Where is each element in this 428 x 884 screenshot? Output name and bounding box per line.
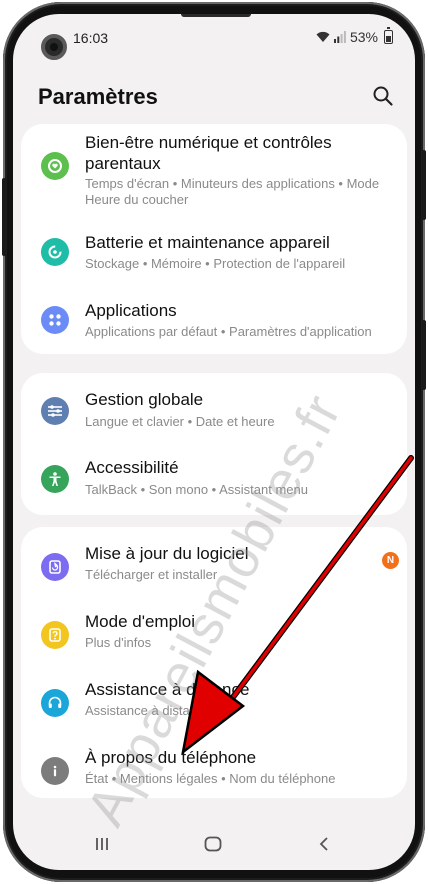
- settings-group-3: Mise à jour du logiciel Télécharger et i…: [21, 527, 407, 798]
- menu-item-subtitle: Langue et clavier • Date et heure: [85, 414, 275, 429]
- back-icon[interactable]: [309, 832, 339, 856]
- menu-item-general-management[interactable]: Gestion globale Langue et clavier • Date…: [21, 379, 407, 441]
- status-time: 16:03: [73, 30, 109, 46]
- recents-icon[interactable]: [87, 832, 117, 856]
- wifi-icon: [316, 31, 330, 43]
- menu-item-battery-care[interactable]: Batterie et maintenance appareil Stockag…: [21, 222, 407, 284]
- digital-wellbeing-icon: [41, 152, 69, 180]
- menu-item-subtitle: Stockage • Mémoire • Protection de l'app…: [85, 256, 346, 271]
- menu-item-digital-wellbeing[interactable]: Bien-être numérique et contrôles parenta…: [21, 124, 407, 212]
- status-icons: 53%: [316, 27, 393, 45]
- navigation-bar: [13, 822, 415, 866]
- menu-item-subtitle: TalkBack • Son mono • Assistant menu: [85, 482, 308, 497]
- menu-item-title: Assistance à distance: [85, 680, 250, 699]
- bixby-button: [422, 320, 426, 390]
- sliders-icon: [41, 397, 69, 425]
- headset-icon: [41, 689, 69, 717]
- software-update-icon: [41, 553, 69, 581]
- settings-group-2: Gestion globale Langue et clavier • Date…: [21, 373, 407, 515]
- menu-item-remote-support[interactable]: Assistance à distance Assistance à dista…: [21, 671, 407, 733]
- menu-item-subtitle: Plus d'infos: [85, 635, 152, 650]
- menu-item-title: Batterie et maintenance appareil: [85, 233, 330, 252]
- status-bar: 16:03 53%: [13, 14, 415, 54]
- menu-item-about-phone[interactable]: À propos du téléphone État • Mentions lé…: [21, 739, 407, 801]
- battery-icon: [384, 27, 393, 44]
- menu-item-accessibility[interactable]: Accessibilité TalkBack • Son mono • Assi…: [21, 447, 407, 509]
- home-icon[interactable]: [198, 832, 228, 856]
- screen: 16:03 53% Paramètres Bien-être numérique…: [13, 14, 415, 870]
- page-title: Paramètres: [38, 84, 158, 109]
- menu-item-title: À propos du téléphone: [85, 748, 257, 767]
- menu-item-applications[interactable]: Applications Applications par défaut • P…: [21, 290, 407, 352]
- menu-item-subtitle: Temps d'écran • Minuteurs des applicatio…: [85, 176, 380, 207]
- menu-item-title: Bien-être numérique et contrôles parenta…: [85, 133, 332, 173]
- menu-item-title: Mode d'emploi: [85, 612, 196, 631]
- search-icon[interactable]: [371, 84, 395, 108]
- menu-item-user-manual[interactable]: Mode d'emploi Plus d'infos: [21, 603, 407, 665]
- power-button: [422, 150, 426, 220]
- apps-icon: [41, 306, 69, 334]
- menu-item-subtitle: Assistance à distance: [85, 703, 211, 718]
- menu-item-title: Applications: [85, 301, 177, 320]
- user-manual-icon: [41, 621, 69, 649]
- menu-item-title: Mise à jour du logiciel: [85, 544, 249, 563]
- info-icon: [41, 757, 69, 785]
- battery-care-icon: [41, 238, 69, 266]
- menu-item-subtitle: Applications par défaut • Paramètres d'a…: [85, 324, 372, 339]
- settings-group-1: Bien-être numérique et contrôles parenta…: [21, 124, 407, 354]
- signal-icon: [333, 31, 346, 43]
- accessibility-icon: [41, 465, 69, 493]
- menu-item-subtitle: État • Mentions légales • Nom du télépho…: [85, 771, 336, 786]
- battery-percentage: 53%: [349, 29, 378, 45]
- menu-item-subtitle: Télécharger et installer: [85, 567, 218, 582]
- new-badge: N: [382, 552, 399, 569]
- menu-item-software-update[interactable]: Mise à jour du logiciel Télécharger et i…: [21, 535, 407, 597]
- volume-button: [2, 178, 6, 256]
- menu-item-title: Gestion globale: [85, 390, 204, 409]
- menu-item-title: Accessibilité: [85, 458, 179, 477]
